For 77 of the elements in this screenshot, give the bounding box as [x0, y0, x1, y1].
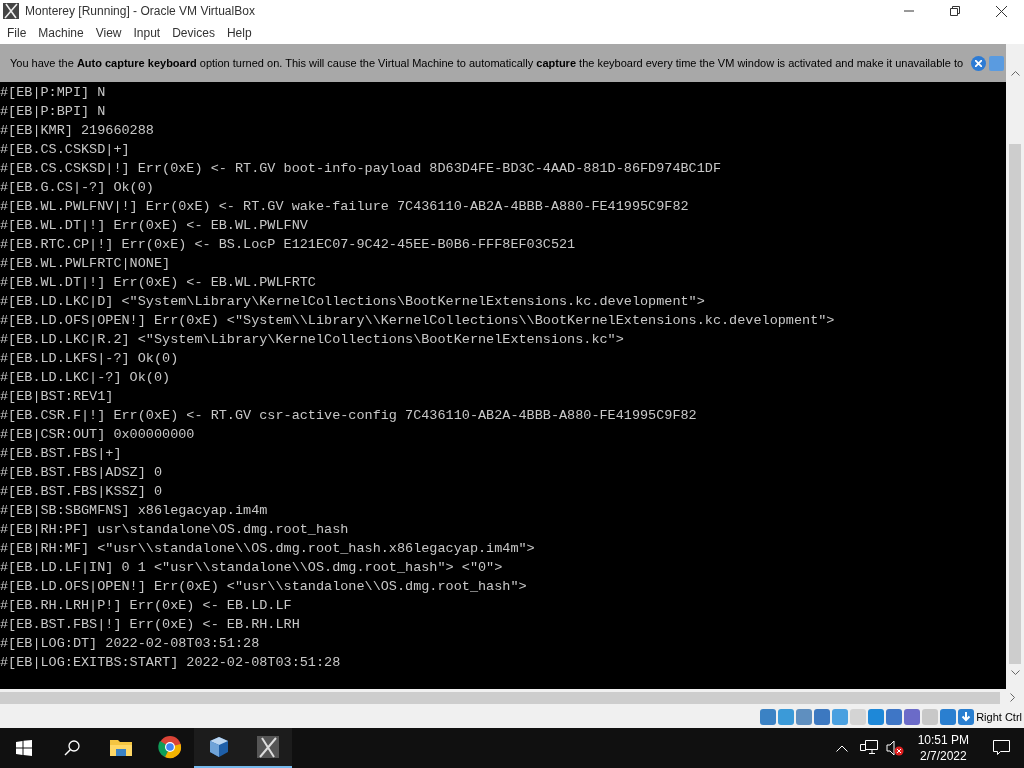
close-banner-button[interactable] [971, 55, 986, 71]
device-status-icon[interactable] [904, 709, 921, 725]
console-line: #[EB.CS.CSKSD|!] Err(0xE) <- RT.GV boot-info-payload 8D63D4FE-BD3C-4AAD-881D-86FD974BC1DF [0, 160, 722, 178]
device-status-icon[interactable] [778, 709, 795, 725]
clock[interactable]: 10:51 PM 2/7/2022 [907, 732, 979, 764]
console-line: #[EB.CSR.F|!] Err(0xE) <- RT.GV csr-active-config 7C436110-AB2A-4BBB-A880-FE41995C9F82 [0, 407, 697, 425]
console-line: #[EB|LOG:EXITBS:START] 2022-02-08T03:51:28 [0, 654, 341, 672]
horizontal-scrollbar[interactable] [0, 689, 1024, 706]
console-line: #[EB.LD.LKC|-?] Ok(0) [0, 369, 171, 387]
scroll-thumb[interactable] [0, 691, 1000, 704]
host-key-label: Right Ctrl [976, 709, 1022, 725]
close-icon [995, 5, 1007, 17]
vm-screen[interactable] [0, 44, 1006, 689]
console-line: #[EB.BST.FBS|+] [0, 445, 122, 463]
console-line: #[EB.CS.CSKSD|+] [0, 141, 130, 159]
menu-item[interactable]: View [90, 24, 127, 42]
menu-item[interactable]: Help [221, 24, 257, 42]
console-line: #[EB.LD.OFS|OPEN!] Err(0xE) <"usr\\standalone\\OS.dmg.root_hash"> [0, 578, 527, 596]
device-status-icon[interactable] [760, 709, 777, 725]
console-line: #[EB.LD.LKFS|-?] Ok(0) [0, 350, 179, 368]
menu-item[interactable]: File [2, 24, 32, 42]
device-status-icon[interactable] [868, 709, 885, 725]
console-line: #[EB.WL.PWLFNV|!] Err(0xE) <- RT.GV wake-failure 7C436110-AB2A-4BBB-A880-FE41995C9F82 [0, 198, 689, 216]
clock-date: 2/7/2022 [919, 748, 967, 764]
console-line: #[EB|CSR:OUT] 0x00000000 [0, 426, 195, 444]
console-line: #[EB|BST:REV1] [0, 388, 114, 406]
taskbar-app[interactable] [194, 728, 243, 768]
vertical-scrollbar[interactable] [1006, 44, 1024, 689]
download-icon [958, 709, 975, 725]
scroll-down-icon [1010, 670, 1020, 676]
console-line: #[EB.WL.DT|!] Err(0xE) <- EB.WL.PWLFRTC [0, 274, 316, 292]
console-line: #[EB|P:BPI] N [0, 103, 106, 121]
windows-logo-icon [16, 740, 32, 756]
network-icon[interactable] [859, 740, 878, 756]
console-line: #[EB|SB:SBGMFNS] x86legacyap.im4m [0, 502, 268, 520]
device-status-icon[interactable] [814, 709, 831, 725]
app-logo-icon [3, 3, 19, 19]
device-status-icon[interactable] [832, 709, 849, 725]
console-line: #[EB|P:MPI] N [0, 84, 106, 102]
banner-text: You have the Auto capture keyboard option turned on. This will cause the Virtual Machine to automatically capture the keyboard every time the VM window is activated and make it unavailable to [10, 55, 964, 71]
terminal-icon [255, 735, 280, 759]
scroll-thumb[interactable] [1009, 144, 1021, 664]
console-line: #[EB.WL.PWLFRTC|NONE] [0, 255, 171, 273]
console-line: #[EB.BST.FBS|ADSZ] 0 [0, 464, 163, 482]
window-title: Monterey [Running] - Oracle VM VirtualBox [25, 3, 255, 20]
console-line: #[EB|RH:PF] usr\standalone\OS.dmg.root_hash [0, 521, 349, 539]
muted-speaker-icon[interactable] [885, 740, 904, 756]
console-line: #[EB.RH.LRH|P!] Err(0xE) <- EB.LD.LF [0, 597, 292, 615]
chevron-up-icon[interactable] [835, 744, 848, 752]
console-line: #[EB.LD.LKC|R.2] <"System\Library\KernelCollections\BootKernelExtensions.kc"> [0, 331, 624, 349]
close-icon [975, 59, 982, 67]
menu-item[interactable]: Devices [167, 24, 220, 42]
folder-icon [108, 737, 133, 757]
console-line: #[EB.G.CS|-?] Ok(0) [0, 179, 154, 197]
console-line: #[EB.BST.FBS|KSSZ] 0 [0, 483, 163, 501]
console-line: #[EB.LD.LKC|D] <"System\Library\KernelCollections\BootKernelExtensions.kc.development"> [0, 293, 705, 311]
console-line: #[EB.BST.FBS|!] Err(0xE) <- EB.RH.LRH [0, 616, 300, 634]
console-line: #[EB|RH:MF] <"usr\\standalone\\OS.dmg.root_hash.x86legacyap.im4m"> [0, 540, 535, 558]
browser-icon [157, 735, 182, 759]
search-icon [64, 740, 80, 756]
clock-time: 10:51 PM [917, 732, 969, 748]
console-line: #[EB|KMR] 219660288 [0, 122, 154, 140]
taskbar-app[interactable] [243, 728, 292, 768]
console-line: #[EB.LD.LF|IN] 0 1 <"usr\\standalone\\OS.dmg.root_hash"> <"0"> [0, 559, 503, 577]
device-status-icon[interactable] [796, 709, 813, 725]
console-line: #[EB|LOG:DT] 2022-02-08T03:51:28 [0, 635, 260, 653]
console-line: #[EB.LD.OFS|OPEN!] Err(0xE) <"System\\Library\\KernelCollections\\BootKernelExtensions.kc.development"> [0, 312, 835, 330]
notifications-icon[interactable] [993, 740, 1010, 756]
console-line: #[EB.WL.DT|!] Err(0xE) <- EB.WL.PWLFNV [0, 217, 308, 235]
device-status-icon[interactable] [940, 709, 957, 725]
scroll-right-icon [1010, 693, 1016, 702]
device-status-icon[interactable] [886, 709, 903, 725]
restore-icon [950, 6, 960, 16]
menu-item[interactable]: Machine [33, 24, 89, 42]
console-line: #[EB.RTC.CP|!] Err(0xE) <- BS.LocP E121EC07-9C42-45EE-B0B6-FFF8EF03C521 [0, 236, 576, 254]
menu-item[interactable]: Input [128, 24, 166, 42]
scroll-up-icon [1010, 70, 1020, 76]
